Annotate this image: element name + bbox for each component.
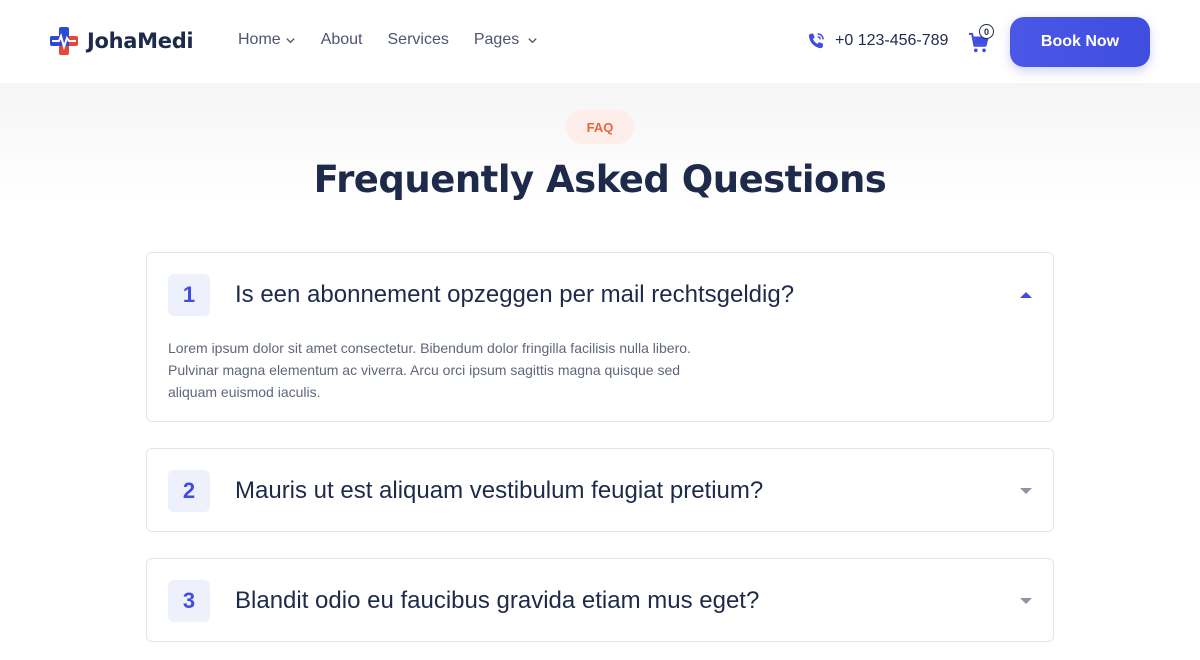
brand-logo[interactable]: JohaMedi <box>49 26 194 56</box>
chevron-down-icon <box>286 37 295 43</box>
faq-item: 1 Is een abonnement opzeggen per mail re… <box>146 252 1054 422</box>
caret-down-icon <box>1020 488 1032 494</box>
faq-question: Is een abonnement opzeggen per mail rech… <box>235 281 795 308</box>
faq-answer-line: Pulvinar magna elementum ac viverra. Arc… <box>168 362 681 378</box>
brand-name: JohaMedi <box>87 29 194 53</box>
page-title: Frequently Asked Questions <box>313 158 887 201</box>
nav-item-about[interactable]: About <box>321 31 363 49</box>
nav-item-pages[interactable]: Pages <box>474 31 538 49</box>
nav-item-services[interactable]: Services <box>388 31 449 49</box>
caret-up-icon <box>1020 292 1032 298</box>
site-header: JohaMedi Home About Services Pages +0 12… <box>0 0 1200 83</box>
phone-number: +0 123-456-789 <box>835 32 949 49</box>
faq-answer: Lorem ipsum dolor sit amet consectetur. … <box>168 337 728 403</box>
faq-number: 2 <box>168 470 210 512</box>
faq-question: Mauris ut est aliquam vestibulum feugiat… <box>235 477 764 504</box>
nav-item-label: Services <box>387 31 449 48</box>
faq-answer-line: Lorem ipsum dolor sit amet consectetur. … <box>168 340 691 356</box>
cart-count-badge: 0 <box>979 24 994 39</box>
faq-badge: FAQ <box>566 110 634 144</box>
caret-down-icon <box>1020 598 1032 604</box>
faq-item: 2 Mauris ut est aliquam vestibulum feugi… <box>146 448 1054 532</box>
faq-number: 3 <box>168 580 210 622</box>
faq-question-toggle[interactable]: 3 Blandit odio eu faucibus gravida etiam… <box>147 559 1053 643</box>
nav-item-home[interactable]: Home <box>238 31 296 49</box>
faq-number: 1 <box>168 274 210 316</box>
medical-cross-logo-icon <box>50 27 78 55</box>
faq-question-toggle[interactable]: 2 Mauris ut est aliquam vestibulum feugi… <box>147 449 1053 533</box>
faq-answer-line: aliquam euismod iaculis. <box>168 384 321 400</box>
chevron-down-icon <box>528 37 537 43</box>
phone-contact[interactable]: +0 123-456-789 <box>806 31 948 51</box>
main-nav: Home About Services Pages <box>238 31 538 49</box>
faq-question: Blandit odio eu faucibus gravida etiam m… <box>235 587 760 614</box>
book-now-button[interactable]: Book Now <box>1010 17 1150 67</box>
phone-icon <box>808 33 824 49</box>
nav-item-label: Pages <box>473 31 520 48</box>
nav-item-label: About <box>320 31 363 48</box>
faq-item: 3 Blandit odio eu faucibus gravida etiam… <box>146 558 1054 642</box>
faq-question-toggle[interactable]: 1 Is een abonnement opzeggen per mail re… <box>147 253 1053 337</box>
nav-item-label: Home <box>238 31 281 48</box>
cart-button[interactable]: 0 <box>968 24 996 55</box>
